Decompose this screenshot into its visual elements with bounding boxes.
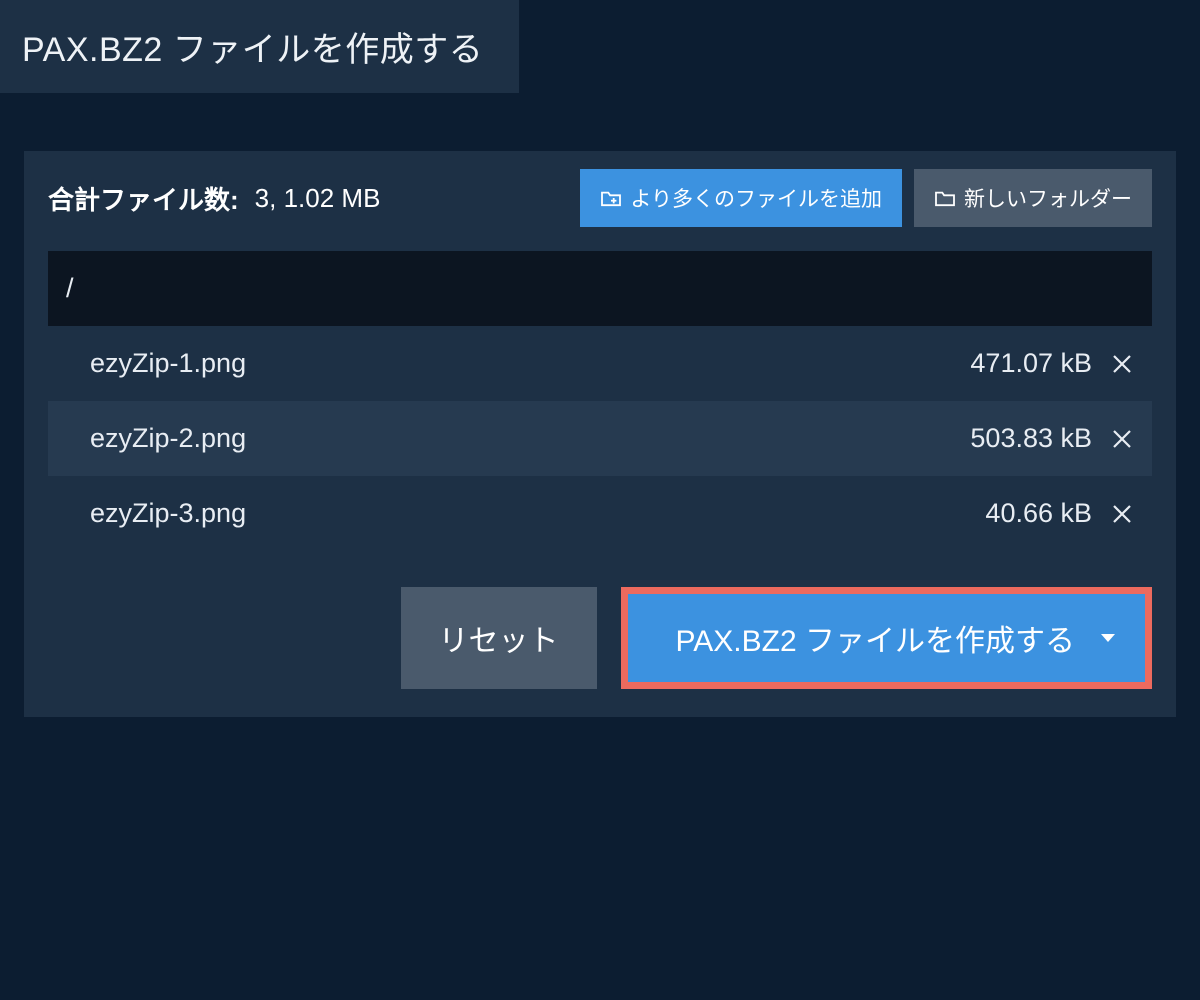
file-name: ezyZip-1.png xyxy=(90,348,970,379)
file-size: 471.07 kB xyxy=(970,348,1092,379)
total-files-value: 3, 1.02 MB xyxy=(255,183,381,214)
add-more-files-label: より多くのファイルを追加 xyxy=(630,183,882,213)
reset-label: リセット xyxy=(439,625,559,658)
file-list: / ezyZip-1.png 471.07 kB ezyZip-2.png 50… xyxy=(48,251,1152,551)
create-archive-label: PAX.BZ2 ファイルを作成する xyxy=(676,616,1076,660)
file-name: ezyZip-3.png xyxy=(90,498,985,529)
create-archive-button[interactable]: PAX.BZ2 ファイルを作成する xyxy=(628,594,1146,682)
create-button-highlight: PAX.BZ2 ファイルを作成する xyxy=(621,587,1153,689)
file-size: 40.66 kB xyxy=(985,498,1092,529)
create-archive-panel: 合計ファイル数: 3, 1.02 MB より多くのファイルを追加 新しいフォルダ… xyxy=(24,151,1176,717)
remove-file-icon[interactable] xyxy=(1110,502,1134,526)
remove-file-icon[interactable] xyxy=(1110,427,1134,451)
folder-icon xyxy=(934,189,956,207)
total-files-label: 合計ファイル数: xyxy=(48,180,239,217)
file-row[interactable]: ezyZip-3.png 40.66 kB xyxy=(48,476,1152,551)
caret-down-icon xyxy=(1101,634,1115,642)
reset-button[interactable]: リセット xyxy=(401,587,597,689)
toolbar: 合計ファイル数: 3, 1.02 MB より多くのファイルを追加 新しいフォルダ… xyxy=(24,151,1176,251)
panel-title-tab: PAX.BZ2 ファイルを作成する xyxy=(0,0,519,93)
current-path-row[interactable]: / xyxy=(48,251,1152,326)
file-name: ezyZip-2.png xyxy=(90,423,970,454)
current-path: / xyxy=(66,273,74,303)
new-folder-label: 新しいフォルダー xyxy=(964,183,1132,213)
footer-actions: リセット PAX.BZ2 ファイルを作成する xyxy=(24,551,1176,717)
new-folder-button[interactable]: 新しいフォルダー xyxy=(914,169,1152,227)
file-row[interactable]: ezyZip-2.png 503.83 kB xyxy=(48,401,1152,476)
add-more-files-button[interactable]: より多くのファイルを追加 xyxy=(580,169,902,227)
remove-file-icon[interactable] xyxy=(1110,352,1134,376)
folder-plus-icon xyxy=(600,189,622,207)
panel-title: PAX.BZ2 ファイルを作成する xyxy=(22,31,483,69)
file-size: 503.83 kB xyxy=(970,423,1092,454)
file-row[interactable]: ezyZip-1.png 471.07 kB xyxy=(48,326,1152,401)
